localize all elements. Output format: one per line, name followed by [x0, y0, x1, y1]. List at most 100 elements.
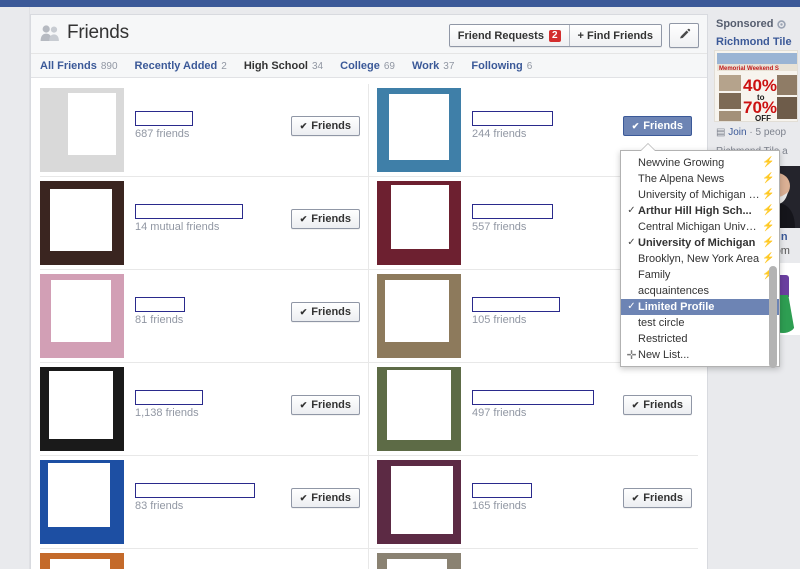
ad-join-link[interactable]: Join	[728, 127, 746, 138]
find-friends-label: + Find Friends	[577, 29, 653, 42]
dropdown-item-university-of-michigan[interactable]: ✓ University of Michigan ⚡	[621, 235, 779, 251]
friend-requests-button[interactable]: Friend Requests 2	[449, 25, 569, 46]
friend-name-redaction[interactable]	[135, 204, 243, 219]
pencil-icon	[678, 28, 691, 44]
friend-avatar[interactable]	[40, 367, 124, 451]
friends-status-button[interactable]: ✔Friends	[290, 209, 360, 229]
friend-avatar[interactable]	[40, 274, 124, 358]
join-icon: ▤	[716, 127, 726, 138]
avatar-redaction	[389, 94, 449, 160]
dropdown-item-label: Restricted	[638, 333, 688, 345]
friend-name-redaction[interactable]	[135, 297, 185, 312]
tab-count: 34	[312, 60, 324, 72]
find-friends-button[interactable]: + Find Friends	[568, 25, 661, 46]
ad-title-richmond-tile[interactable]: Richmond Tile	[714, 33, 800, 50]
friends-status-label: Friends	[643, 492, 683, 504]
friend-action-wrap: ✔Friends	[622, 395, 692, 415]
dropdown-item-test-circle[interactable]: test circle	[621, 315, 779, 331]
friends-status-label: Friends	[311, 120, 351, 132]
friend-card: 687 friends ✔ Friends	[40, 84, 369, 176]
dropdown-item-limited-profile[interactable]: ✓ Limited Profile	[621, 299, 779, 315]
friends-status-button[interactable]: ✔Friends	[622, 395, 692, 415]
tab-label: High School	[243, 59, 308, 72]
check-icon: ✔	[299, 399, 308, 410]
tab-count: 890	[100, 60, 118, 72]
friend-name-redaction[interactable]	[135, 111, 193, 126]
dropdown-item-newvine-growing[interactable]: Newvine Growing ⚡	[621, 155, 779, 171]
dropdown-item-label: Brooklyn, New York Area	[638, 253, 760, 265]
friend-info: 687 friends ✔ Friends	[124, 84, 360, 141]
gear-icon[interactable]	[776, 19, 787, 30]
dropdown-item-restricted[interactable]: Restricted	[621, 331, 779, 347]
check-icon: ✔	[631, 399, 640, 410]
dropdown-item-arthur-hill-high-sch[interactable]: ✓ Arthur Hill High Sch... ⚡	[621, 203, 779, 219]
tab-all-friends[interactable]: All Friends 890	[40, 60, 118, 72]
dropdown-item-label: The Alpena News	[638, 173, 725, 185]
check-icon: ✓	[627, 237, 636, 248]
friend-avatar[interactable]	[40, 88, 124, 172]
friend-name-redaction[interactable]	[472, 111, 553, 126]
dropdown-item-acquaintences[interactable]: acquaintences	[621, 283, 779, 299]
friend-name-redaction[interactable]	[472, 204, 553, 219]
friend-name-redaction[interactable]	[472, 483, 532, 498]
tab-high-school[interactable]: High School 34	[243, 59, 324, 84]
dropdown-item-brooklyn-new-york-area[interactable]: Brooklyn, New York Area ⚡	[621, 251, 779, 267]
friend-avatar[interactable]	[377, 181, 461, 265]
facebook-chrome-bar	[0, 0, 800, 7]
ad-image-richmond-tile[interactable]: Memorial Weekend S 40% to 70% OFF	[714, 50, 798, 122]
friends-status-button[interactable]: ✔Friends	[622, 488, 692, 508]
plus-icon: ✛	[626, 348, 637, 362]
avatar-redaction	[391, 466, 453, 534]
avatar-redaction	[387, 559, 447, 569]
friend-avatar[interactable]	[377, 367, 461, 451]
friend-avatar[interactable]	[377, 274, 461, 358]
friend-action-wrap: ✔Friends	[290, 488, 360, 508]
friend-name-redaction[interactable]	[135, 390, 203, 405]
tab-count: 69	[383, 60, 395, 72]
friend-card: 165 friends ✔ Friends	[369, 456, 698, 548]
dropdown-item-family[interactable]: Family⚡	[621, 267, 779, 283]
tab-label: Work	[411, 59, 440, 72]
lightning-icon: ⚡	[762, 205, 775, 216]
check-icon: ✔	[299, 120, 308, 131]
friends-status-button[interactable]: ✔Friends	[290, 302, 360, 322]
tab-college[interactable]: College 69	[340, 60, 395, 72]
friend-name-redaction[interactable]	[135, 483, 255, 498]
dropdown-item-new-list[interactable]: ✛ New List...	[621, 347, 779, 363]
avatar-redaction	[385, 280, 449, 342]
dropdown-item-university-of-michigan-n[interactable]: University of Michigan N... ⚡	[621, 187, 779, 203]
avatar-redaction	[387, 370, 451, 440]
friends-row: 81 friends✔Friends105 friends✔Friends	[40, 270, 698, 363]
svg-text:Memorial Weekend S: Memorial Weekend S	[719, 66, 779, 72]
dropdown-item-central-michigan-universi[interactable]: Central Michigan Universi... ⚡	[621, 219, 779, 235]
friend-avatar[interactable]	[40, 181, 124, 265]
edit-button[interactable]	[669, 23, 699, 48]
tab-recently-added[interactable]: Recently Added 2	[135, 60, 227, 72]
friends-status-button[interactable]: ✔Friends	[622, 116, 692, 136]
friend-action-wrap: ✔Friends	[622, 488, 692, 508]
friends-status-button[interactable]: ✔Friends	[290, 395, 360, 415]
friend-card: 1,138 friends ✔ Friends	[40, 363, 369, 455]
tab-following[interactable]: Following 6	[471, 60, 532, 72]
page-root: Friends Friend Requests 2 + Find Friends	[0, 0, 800, 569]
friend-info: 14 mutual friends ✔ Friends	[124, 177, 360, 234]
friend-name-redaction[interactable]	[472, 390, 594, 405]
friend-avatar[interactable]	[377, 553, 461, 569]
lightning-icon: ⚡	[762, 173, 775, 184]
friends-status-button[interactable]: ✔Friends	[290, 488, 360, 508]
friend-name-redaction[interactable]	[472, 297, 560, 312]
friends-status-button[interactable]: ✔Friends	[290, 116, 360, 136]
friend-avatar[interactable]	[377, 88, 461, 172]
friend-avatar[interactable]	[40, 553, 124, 569]
dropdown-item-label: Newvine Growing	[638, 157, 725, 169]
friends-row	[40, 549, 698, 569]
check-icon: ✔	[631, 120, 640, 131]
dropdown-scrollbar[interactable]	[769, 266, 777, 368]
friend-avatar[interactable]	[377, 460, 461, 544]
dropdown-item-the-alpena-news[interactable]: The Alpena News ⚡	[621, 171, 779, 187]
friend-avatar[interactable]	[40, 460, 124, 544]
avatar-redaction	[50, 559, 110, 569]
friends-row: 83 friends ✔ Friends 165 friends ✔ Friends	[40, 456, 698, 549]
tab-work[interactable]: Work 37	[412, 60, 454, 72]
avatar-redaction	[48, 463, 110, 527]
